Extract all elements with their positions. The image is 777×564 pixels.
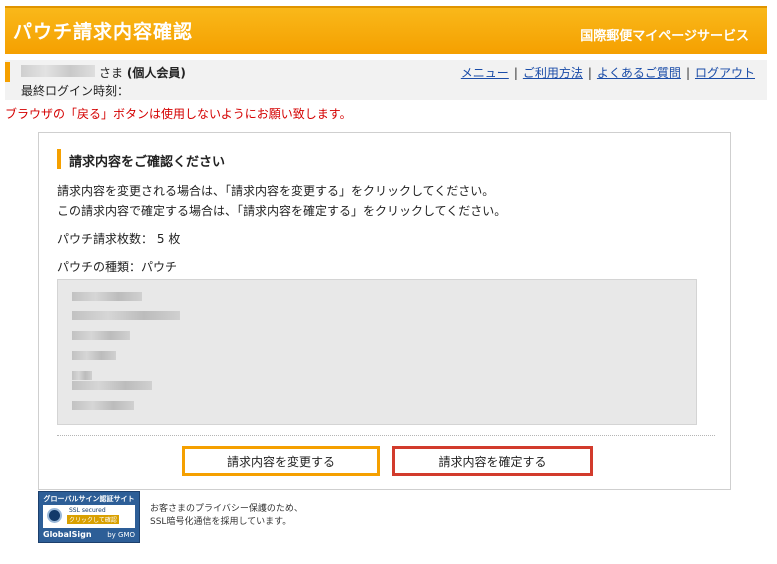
redacted-user-name <box>21 65 95 77</box>
nav-menu-link[interactable]: メニュー <box>461 66 509 80</box>
seal-by-gmo: by GMO <box>107 531 135 539</box>
seal-brand: GlobalSign <box>43 530 92 539</box>
nav-separator: | <box>513 66 518 80</box>
confirmation-panel: 請求内容をご確認ください 請求内容を変更される場合は、「請求内容を変更する」をク… <box>38 132 731 490</box>
ssl-notice-line-1: お客さまのプライバシー保護のため、 <box>150 504 303 514</box>
redacted-line <box>72 331 130 340</box>
user-suffix: さま <box>99 66 124 80</box>
seal-inner: SSL secured クリックして確認 <box>43 505 135 528</box>
nav-logout-link[interactable]: ログアウト <box>695 66 755 80</box>
change-request-button[interactable]: 請求内容を変更する <box>182 446 380 476</box>
nav-separator: | <box>587 66 592 80</box>
redacted-line <box>72 381 152 390</box>
nav-usage-link[interactable]: ご利用方法 <box>523 66 583 80</box>
seal-title: グローバルサイン認証サイト <box>43 495 135 503</box>
member-type: (個人会員) <box>126 66 186 80</box>
globalsign-ssl-seal[interactable]: グローバルサイン認証サイト SSL secured クリックして確認 Globa… <box>38 491 140 543</box>
ssl-notice: お客さまのプライバシー保護のため、 SSL暗号化通信を採用しています。 <box>150 503 303 529</box>
seal-ssl-text: SSL secured <box>69 507 106 514</box>
panel-divider <box>57 435 715 436</box>
pouch-type-value: パウチ <box>141 260 178 274</box>
instruction-change: 請求内容を変更される場合は、「請求内容を変更する」をクリックしてください。 <box>57 184 495 198</box>
nav-faq-link[interactable]: よくあるご質問 <box>597 66 681 80</box>
confirm-request-button[interactable]: 請求内容を確定する <box>392 446 593 476</box>
nav-separator: | <box>685 66 690 80</box>
redacted-address-box <box>57 279 697 425</box>
redacted-line <box>72 351 116 360</box>
service-name: 国際郵便マイページサービス <box>580 29 749 44</box>
pouch-count-label: パウチ請求枚数： <box>57 232 154 246</box>
instruction-confirm: この請求内容で確定する場合は、「請求内容を確定する」をクリックしてください。 <box>57 204 507 218</box>
heading-accent <box>57 149 61 169</box>
last-login-label: 最終ログイン時刻： <box>21 84 130 98</box>
top-nav: メニュー | ご利用方法 | よくあるご質問 | ログアウト <box>461 64 755 81</box>
seal-click-text: クリックして確認 <box>67 515 119 524</box>
panel-heading: 請求内容をご確認ください <box>69 155 226 170</box>
user-greeting: さま (個人会員) <box>99 64 186 81</box>
ssl-notice-line-2: SSL暗号化通信を採用しています。 <box>150 517 292 527</box>
pouch-type: パウチの種類：パウチ <box>57 258 177 275</box>
redacted-line <box>72 311 180 320</box>
back-button-warning: ブラウザの「戻る」ボタンは使用しないようにお願い致します。 <box>5 107 352 121</box>
pouch-count: パウチ請求枚数： 5 枚 <box>57 230 180 247</box>
pouch-type-label: パウチの種類： <box>57 260 142 274</box>
page-title: パウチ請求内容確認 <box>13 21 194 43</box>
page-header: パウチ請求内容確認 国際郵便マイページサービス <box>5 6 767 54</box>
redacted-line <box>72 292 142 301</box>
user-bar-accent <box>5 62 10 82</box>
pouch-count-unit: 枚 <box>168 232 181 246</box>
pouch-count-value: 5 <box>156 232 165 246</box>
user-bar: さま (個人会員) 最終ログイン時刻： メニュー | ご利用方法 | よくあるご質問 | ロ… <box>5 60 767 100</box>
lock-icon <box>47 508 62 523</box>
redacted-line <box>72 401 134 410</box>
redacted-line <box>72 371 92 380</box>
